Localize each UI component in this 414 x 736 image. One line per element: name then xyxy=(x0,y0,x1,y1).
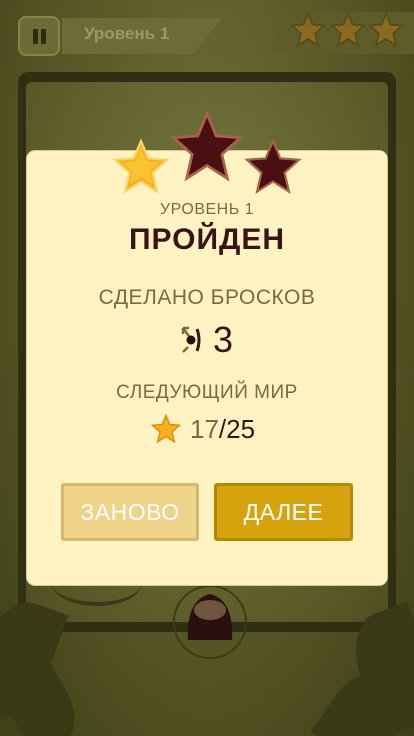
star-icon xyxy=(151,414,181,444)
pause-icon xyxy=(33,29,38,44)
throws-label: СДЕЛАНО БРОСКОВ xyxy=(98,286,316,309)
rating-star-3-empty xyxy=(244,138,302,194)
star-icon xyxy=(368,12,404,48)
star-icon xyxy=(290,12,326,48)
world-stars-progress: 17/25 xyxy=(190,414,255,445)
next-button[interactable]: ДАЛЕЕ xyxy=(214,483,353,541)
rating-star-2-empty xyxy=(170,110,244,182)
rating-star-1-earned xyxy=(112,138,170,194)
level-label: УРОВЕНЬ 1 xyxy=(159,201,255,218)
pause-button[interactable] xyxy=(18,16,60,56)
retry-button[interactable]: ЗАНОВО xyxy=(61,483,199,541)
target-arrow-icon xyxy=(181,326,201,353)
star-icon xyxy=(330,12,366,48)
world-stars-total: 25 xyxy=(226,414,256,444)
level-title: Уровень 1 xyxy=(84,24,170,43)
world-stars-current: 17 xyxy=(190,414,219,444)
character-sprite xyxy=(173,585,247,659)
level-complete-dialog: УРОВЕНЬ 1 ПРОЙДЕН СДЕЛАНО БРОСКОВ 3 СЛЕД… xyxy=(27,151,387,585)
level-status-title: ПРОЙДЕН xyxy=(128,223,286,256)
throws-count: 3 xyxy=(213,319,234,360)
next-world-label: СЛЕДУЮЩИЙ МИР xyxy=(116,382,298,403)
pause-icon xyxy=(41,29,46,44)
top-bar: Уровень 1 xyxy=(0,0,414,62)
